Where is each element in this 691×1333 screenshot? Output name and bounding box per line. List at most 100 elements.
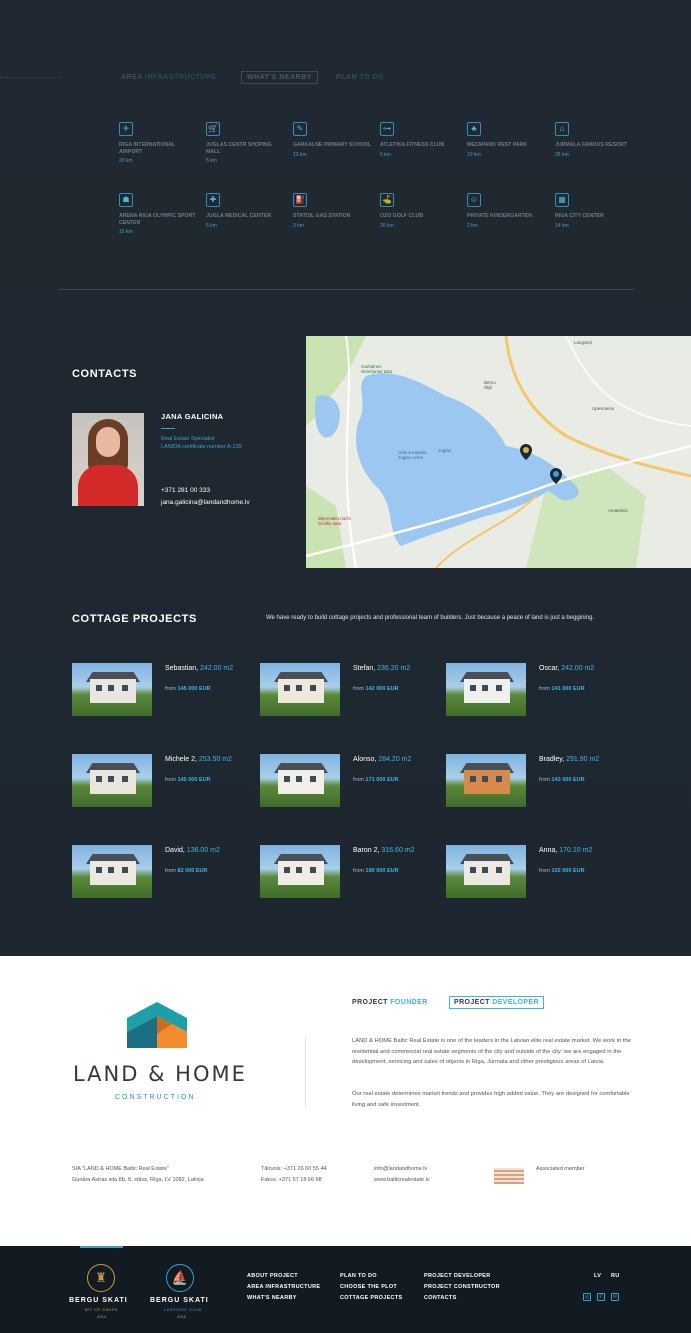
resort-icon: ⌂: [555, 122, 569, 136]
footer-link[interactable]: PROJECT DEVELOPER: [424, 1273, 491, 1279]
project-card[interactable]: Michele 2, 253.50 m2 from 145 000 EUR: [72, 754, 242, 808]
nearby-item: ⛽ STATOIL GAS STATION 3 km: [293, 193, 373, 229]
logo-wordmark: LAND & HOME: [73, 1062, 247, 1086]
project-card[interactable]: Bradley, 291.90 m2 from 143 000 EUR: [446, 754, 616, 808]
nearby-item: ▦ RIGA CITY CENTER 14 km: [555, 193, 635, 229]
project-card[interactable]: Sebastian, 242.00 m2 from 145 000 EUR: [72, 663, 242, 717]
project-title[interactable]: Sebastian, 242.00 m2: [165, 665, 233, 672]
tab-label-accent: DEVELOPER: [492, 999, 540, 1006]
project-card[interactable]: Alonso, 284.20 m2 from 171 000 EUR: [260, 754, 430, 808]
bergu-skati-lakeside-logo-icon[interactable]: ⛵: [166, 1264, 194, 1292]
association-logo: [494, 1168, 524, 1184]
agent-phone[interactable]: +371 281 00 333: [161, 487, 210, 494]
project-area: 291.90 m2: [566, 756, 600, 763]
project-name: Alonso,: [353, 756, 377, 763]
brand-year: 2014: [97, 1314, 106, 1319]
section-divider: [58, 289, 634, 290]
agent-email[interactable]: jana.galicina@landandhome.lv: [161, 499, 250, 506]
tab-label-accent: TO DO: [359, 74, 385, 81]
project-thumbnail[interactable]: [72, 845, 152, 898]
footer-link[interactable]: PROJECT CONSTRUCTOR: [424, 1284, 500, 1290]
project-thumbnail[interactable]: [72, 754, 152, 807]
brand-subtitle: LAKESIDE CLUB: [164, 1307, 202, 1312]
tab-project-founder[interactable]: PROJECT FOUNDER: [352, 999, 428, 1006]
accent-line: [161, 428, 175, 429]
instagram-icon[interactable]: ◎: [583, 1293, 591, 1301]
map-label: Langstiņi: [574, 340, 593, 345]
project-card[interactable]: Baron 2, 316.60 m2 from 190 000 EUR: [260, 845, 430, 899]
price-prefix: from: [165, 868, 176, 874]
project-title[interactable]: Bradley, 291.90 m2: [539, 756, 599, 763]
nearby-distance: 10 km: [467, 151, 481, 158]
project-thumbnail[interactable]: [446, 663, 526, 716]
tab-area-infrastructure[interactable]: AREA INFRASTRUCTURE: [121, 74, 217, 81]
project-thumbnail[interactable]: [260, 663, 340, 716]
tab-label: PROJECT: [352, 999, 388, 1006]
tab-whats-nearby[interactable]: WHAT'S NEARBY: [241, 71, 318, 84]
nearby-distance: 13 km: [293, 151, 307, 158]
legal-name: SIA "LAND & HOME Baltic Real Estate": [72, 1166, 169, 1172]
project-name: Bradley,: [539, 756, 565, 763]
nearby-name: JURMALA FAMOUS RESORT: [555, 142, 627, 148]
kindergarten-icon: ☺: [467, 193, 481, 207]
price-prefix: from: [165, 686, 176, 692]
footer-link[interactable]: COTTAGE PROJECTS: [340, 1295, 402, 1301]
footer-link[interactable]: ABOUT PROJECT: [247, 1273, 298, 1279]
nearby-distance: 20 km: [119, 158, 133, 164]
map-label: Garkalnes skriešanas taka: [361, 364, 393, 374]
project-area: 242.00 m2: [561, 665, 595, 672]
nearby-name: STATOIL GAS STATION: [293, 213, 351, 219]
price-prefix: from: [165, 777, 176, 783]
footer-link[interactable]: WHAT'S NEARBY: [247, 1295, 297, 1301]
project-price: 142 000 EUR: [365, 686, 399, 692]
city-icon: ▦: [555, 193, 569, 207]
project-card[interactable]: Anna, 170.10 m2 from 102 000 EUR: [446, 845, 616, 899]
project-title[interactable]: Michele 2, 253.50 m2: [165, 756, 232, 763]
project-price: 102 000 EUR: [551, 868, 585, 874]
project-title[interactable]: Oscar, 242.00 m2: [539, 665, 594, 672]
nearby-name: PRIVATE KINDERGARTEN: [467, 213, 532, 219]
project-thumbnail[interactable]: [72, 663, 152, 716]
project-thumbnail[interactable]: [446, 754, 526, 807]
lang-ru[interactable]: RU: [611, 1273, 620, 1279]
brand-year: 2019: [177, 1314, 186, 1319]
project-area: 170.10 m2: [559, 847, 593, 854]
company-website[interactable]: www.balticrealestate.lv: [374, 1177, 430, 1183]
bergu-skati-swiss-logo-icon[interactable]: ♜: [87, 1264, 115, 1292]
project-title[interactable]: Alonso, 284.20 m2: [353, 756, 411, 763]
project-card[interactable]: David, 136.00 m2 from 82 000 EUR: [72, 845, 242, 899]
shopping-cart-icon: 🛒: [206, 122, 220, 136]
project-card[interactable]: Oscar, 242.00 m2 from 141 000 EUR: [446, 663, 616, 717]
footer-link[interactable]: PLAN TO DO: [340, 1273, 377, 1279]
footer-link[interactable]: AREA INFRASTRUCTURE: [247, 1284, 320, 1290]
tab-label: PLAN: [336, 74, 358, 81]
project-thumbnail[interactable]: [260, 754, 340, 807]
footer-link[interactable]: CONTACTS: [424, 1295, 457, 1301]
project-card[interactable]: Stefan, 236.20 m2 from 142 000 EUR: [260, 663, 430, 717]
lang-lv[interactable]: LV: [594, 1273, 601, 1279]
price-prefix: from: [539, 686, 550, 692]
phone-icon[interactable]: ✆: [597, 1293, 605, 1301]
project-title[interactable]: Stefan, 236.20 m2: [353, 665, 410, 672]
map-label: Upesciems: [592, 406, 615, 411]
project-title[interactable]: Baron 2, 316.60 m2: [353, 847, 415, 854]
location-map[interactable]: Garkalnes skriešanas taka Ūdens kaisība …: [306, 336, 691, 568]
tab-project-developer[interactable]: PROJECT DEVELOPER: [449, 996, 545, 1009]
project-title[interactable]: Anna, 170.10 m2: [539, 847, 592, 854]
project-thumbnail[interactable]: [260, 845, 340, 898]
dumbbell-icon: ⊶: [380, 122, 394, 136]
nearby-item: ✈ RIGA INTERNATIONAL AIRPORT 20 km: [119, 122, 199, 164]
project-area: 136.00 m2: [186, 847, 220, 854]
cottage-heading: COTTAGE PROJECTS: [72, 613, 197, 625]
nearby-name: JUGLAS CENTR SHOPING MALL: [206, 142, 272, 155]
project-price-line: from 142 000 EUR: [353, 686, 399, 692]
footer-link[interactable]: CHOOSE THE PLOT: [340, 1284, 397, 1290]
map-label: Biķernieku mežs Smilšu taka: [318, 516, 352, 526]
project-title[interactable]: David, 136.00 m2: [165, 847, 220, 854]
phone-number[interactable]: Tālrunis: +371 26 60 55 44: [261, 1166, 327, 1172]
tab-plan-to-do[interactable]: PLAN TO DO: [336, 74, 384, 81]
email-icon[interactable]: ✉: [611, 1293, 619, 1301]
project-thumbnail[interactable]: [446, 845, 526, 898]
company-email[interactable]: info@landandhome.lv: [374, 1166, 427, 1172]
fax-number: Fakss: +371 67 18 66 68: [261, 1177, 322, 1183]
